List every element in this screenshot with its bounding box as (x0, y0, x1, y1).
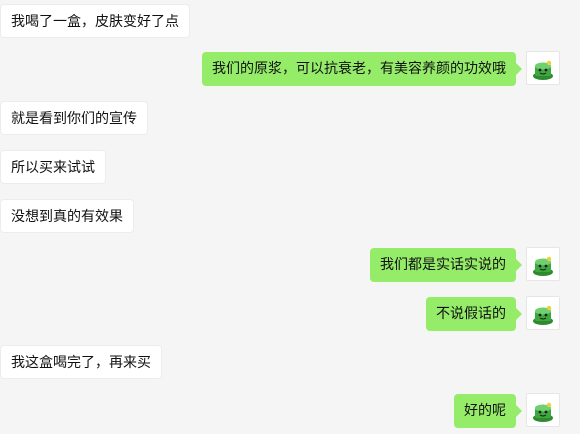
message-row: 我喝了一盒，皮肤变好了点 (0, 4, 580, 38)
outgoing-message-bubble[interactable]: 不说假话的 (426, 297, 522, 331)
chat-window: 我喝了一盒，皮肤变好了点 我们的原浆，可以抗衰老，有美容养颜的功效哦 就是看到你… (0, 0, 580, 434)
avatar[interactable] (526, 51, 560, 85)
message-row: 就是看到你们的宣传 (0, 101, 580, 135)
outgoing-message-bubble[interactable]: 好的呢 (454, 394, 522, 428)
message-row: 没想到真的有效果 (0, 199, 580, 233)
message-row: 我这盒喝完了，再来买 (0, 345, 580, 379)
outgoing-message-bubble[interactable]: 我们都是实话实说的 (370, 248, 522, 282)
message-row: 我们都是实话实说的 (0, 247, 580, 282)
avatar[interactable] (526, 247, 560, 281)
outgoing-message-bubble[interactable]: 我们的原浆，可以抗衰老，有美容养颜的功效哦 (202, 52, 522, 86)
green-hat-cartoon-icon (533, 305, 553, 325)
green-hat-cartoon-icon (533, 256, 553, 276)
incoming-message-bubble[interactable]: 没想到真的有效果 (0, 199, 134, 233)
incoming-message-bubble[interactable]: 就是看到你们的宣传 (0, 101, 148, 135)
message-row: 好的呢 (0, 393, 580, 428)
incoming-message-bubble[interactable]: 我这盒喝完了，再来买 (0, 345, 162, 379)
green-hat-cartoon-icon (533, 402, 553, 422)
avatar[interactable] (526, 393, 560, 427)
message-row: 所以买来试试 (0, 150, 580, 184)
message-row: 我们的原浆，可以抗衰老，有美容养颜的功效哦 (0, 51, 580, 86)
message-row: 不说假话的 (0, 296, 580, 331)
green-hat-cartoon-icon (533, 60, 553, 80)
avatar[interactable] (526, 296, 560, 330)
incoming-message-bubble[interactable]: 所以买来试试 (0, 150, 106, 184)
incoming-message-bubble[interactable]: 我喝了一盒，皮肤变好了点 (0, 4, 190, 38)
